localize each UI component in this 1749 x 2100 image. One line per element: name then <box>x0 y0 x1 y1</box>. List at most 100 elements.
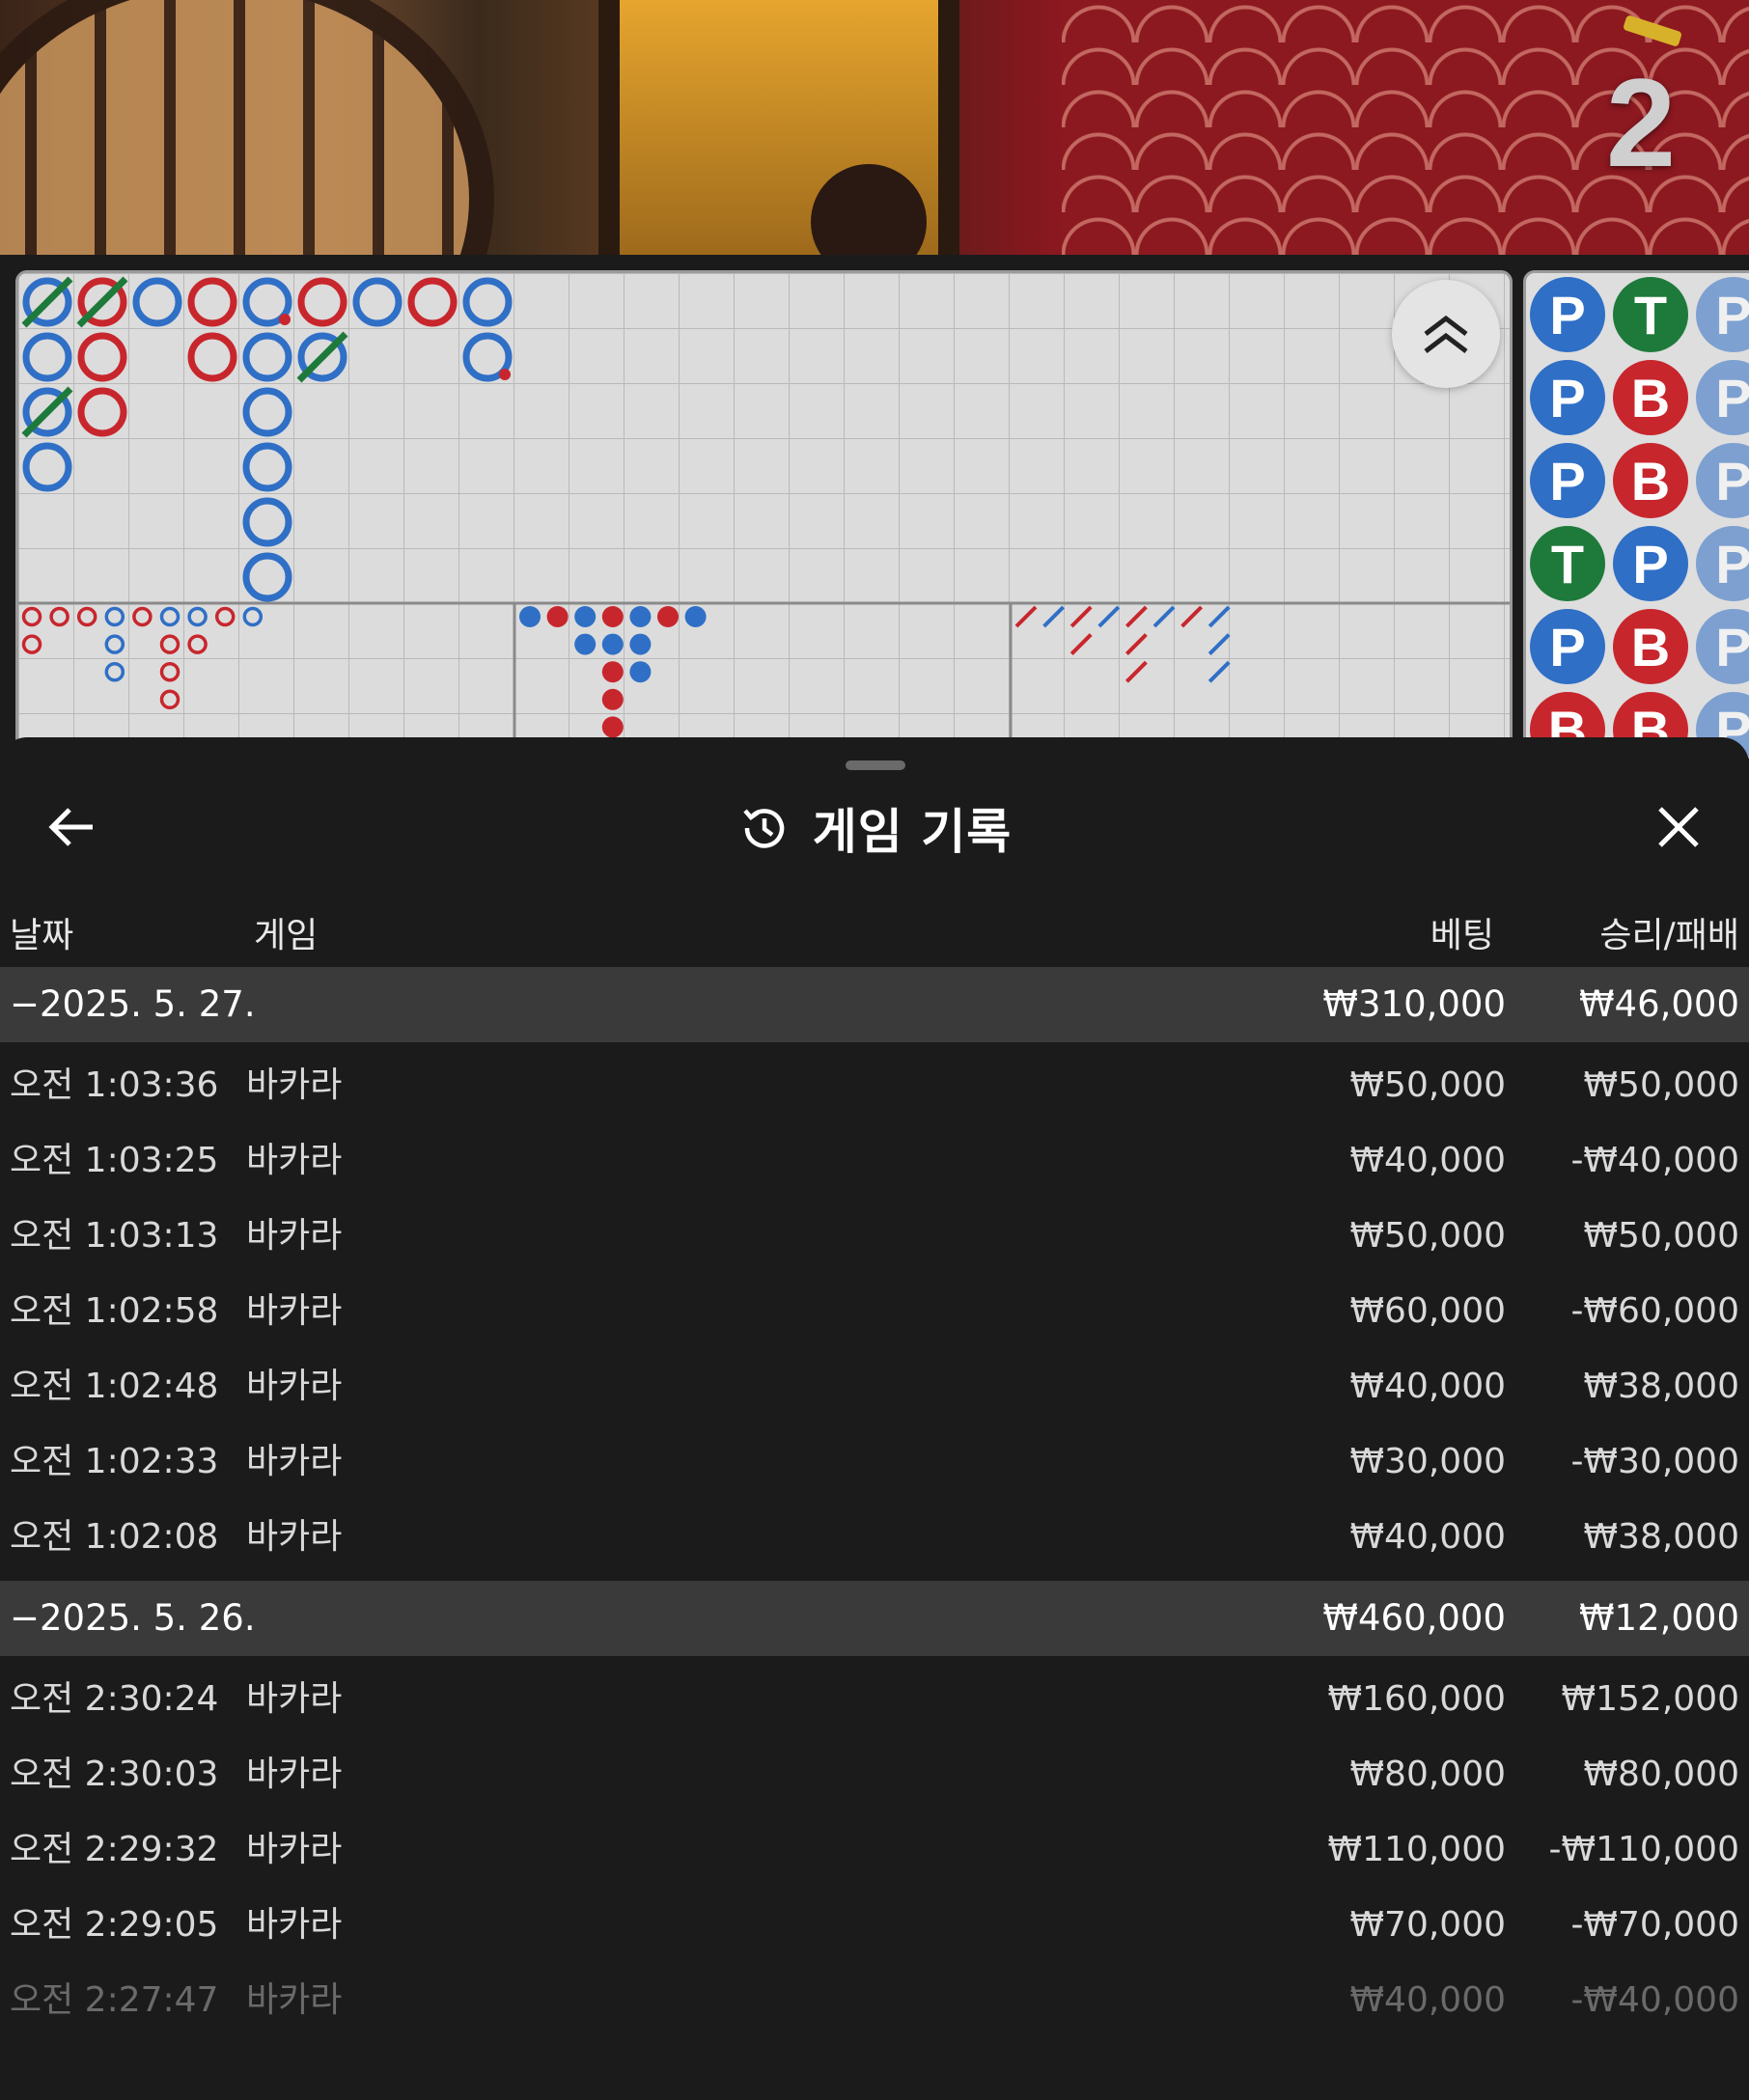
bead-p: P <box>1530 443 1605 518</box>
cockroach-slash <box>1124 633 1148 656</box>
header-game[interactable]: 게임 <box>254 907 318 957</box>
player-ring <box>22 332 72 382</box>
row-time: 오전 1:03:13 <box>10 1216 219 1256</box>
player-ring <box>242 497 292 547</box>
header-date[interactable]: 날짜 <box>10 907 73 957</box>
big-eye-mark <box>104 634 125 654</box>
bead-p: P <box>1696 277 1749 352</box>
bead-b: B <box>1613 360 1688 435</box>
row-bet: ₩80,000 <box>1349 1755 1506 1794</box>
group-date: −2025. 5. 26. <box>10 1597 256 1639</box>
row-game: 바카라 <box>246 1141 343 1180</box>
big-road-scoreboard[interactable] <box>15 270 1513 759</box>
header-bet[interactable]: 베팅 <box>1430 907 1494 957</box>
row-bet: ₩70,000 <box>1349 1905 1506 1945</box>
bead-b: B <box>1613 443 1688 518</box>
big-eye-mark <box>132 606 153 627</box>
player-ring <box>132 277 182 327</box>
row-bet: ₩60,000 <box>1349 1291 1506 1331</box>
row-game: 바카라 <box>246 1980 343 2020</box>
sheet-header: 게임 기록 <box>0 793 1749 863</box>
banker-ring <box>407 277 458 327</box>
small-road-dot <box>574 633 597 655</box>
row-time: 오전 1:02:33 <box>10 1442 219 1481</box>
history-row[interactable]: 오전 2:27:47 바카라 ₩40,000 -₩40,000 <box>0 1963 1749 2038</box>
round-window-decor <box>0 0 494 255</box>
row-game: 바카라 <box>246 1905 343 1945</box>
cockroach-slash <box>1208 633 1231 656</box>
row-time: 오전 2:30:03 <box>10 1755 219 1794</box>
row-result: -₩30,000 <box>1570 1442 1739 1481</box>
history-row[interactable]: 오전 1:03:13 바카라 ₩50,000 ₩50,000 <box>0 1199 1749 1274</box>
bead-p: P <box>1530 360 1605 435</box>
player-ring <box>22 442 72 492</box>
big-eye-mark <box>159 606 180 627</box>
history-row[interactable]: 오전 1:03:36 바카라 ₩50,000 ₩50,000 <box>0 1048 1749 1123</box>
double-chevron-up-icon <box>1424 315 1468 353</box>
small-road-dot <box>629 606 652 627</box>
cockroach-slash <box>1124 660 1148 683</box>
history-row[interactable]: 오전 2:30:24 바카라 ₩160,000 ₩152,000 <box>0 1662 1749 1737</box>
big-eye-mark <box>49 606 69 627</box>
bead-road[interactable]: PTPPBPPBPTPPPBPBBP <box>1523 270 1749 759</box>
history-row[interactable]: 오전 1:02:58 바카라 ₩60,000 -₩60,000 <box>0 1274 1749 1349</box>
banker-ring <box>187 332 237 382</box>
big-eye-mark <box>242 606 264 627</box>
small-road-dot <box>629 661 652 683</box>
history-row[interactable]: 오전 1:02:08 바카라 ₩40,000 ₩38,000 <box>0 1500 1749 1575</box>
small-road-dot <box>601 606 624 627</box>
big-eye-mark <box>159 634 180 654</box>
history-icon <box>743 809 785 848</box>
bead-p: P <box>1530 609 1605 684</box>
small-road-dot <box>601 688 624 710</box>
group-result-total: ₩12,000 <box>1578 1597 1739 1639</box>
row-time: 오전 1:02:48 <box>10 1367 219 1406</box>
history-row[interactable]: 오전 2:30:03 바카라 ₩80,000 ₩80,000 <box>0 1737 1749 1812</box>
row-game: 바카라 <box>246 1755 343 1794</box>
big-eye-mark <box>76 606 97 627</box>
bead-p: P <box>1696 526 1749 601</box>
history-row[interactable]: 오전 1:02:48 바카라 ₩40,000 ₩38,000 <box>0 1349 1749 1424</box>
row-result: ₩38,000 <box>1583 1367 1739 1406</box>
round-number: 2 <box>1605 52 1677 193</box>
cockroach-slash <box>1208 660 1231 683</box>
drag-handle[interactable] <box>846 760 905 770</box>
row-result: ₩152,000 <box>1561 1679 1739 1719</box>
banker-ring <box>77 332 127 382</box>
row-bet: ₩30,000 <box>1349 1442 1506 1481</box>
bead-b: B <box>1613 609 1688 684</box>
row-time: 오전 2:27:47 <box>10 1980 219 2020</box>
history-row[interactable]: 오전 1:02:33 바카라 ₩30,000 -₩30,000 <box>0 1424 1749 1500</box>
bead-t: T <box>1613 277 1688 352</box>
small-road-dot <box>629 633 652 655</box>
big-eye-mark <box>214 606 236 627</box>
date-group-header[interactable]: −2025. 5. 27. ₩310,000 ₩46,000 <box>0 967 1749 1042</box>
group-bet-total: ₩310,000 <box>1322 983 1506 1025</box>
small-road-dot <box>574 606 597 627</box>
history-row[interactable]: 오전 2:29:32 바카라 ₩110,000 -₩110,000 <box>0 1812 1749 1888</box>
row-result: -₩70,000 <box>1570 1905 1739 1945</box>
player-ring <box>242 387 292 437</box>
cockroach-slash <box>1152 605 1176 628</box>
history-row[interactable]: 오전 1:03:25 바카라 ₩40,000 -₩40,000 <box>0 1123 1749 1199</box>
road-map <box>18 276 1510 756</box>
expand-scoreboard-button[interactable] <box>1392 280 1500 388</box>
banker-ring <box>187 277 237 327</box>
date-group-header[interactable]: −2025. 5. 26. ₩460,000 ₩12,000 <box>0 1581 1749 1656</box>
row-bet: ₩40,000 <box>1349 1141 1506 1180</box>
bead-p: P <box>1613 526 1688 601</box>
history-row[interactable]: 오전 2:29:05 바카라 ₩70,000 -₩70,000 <box>0 1888 1749 1963</box>
row-time: 오전 1:03:25 <box>10 1141 219 1180</box>
bead-p: P <box>1696 443 1749 518</box>
row-bet: ₩110,000 <box>1327 1830 1506 1869</box>
close-button[interactable] <box>1647 795 1710 859</box>
row-result: ₩50,000 <box>1583 1216 1739 1256</box>
live-video-feed: 2 <box>0 0 1749 255</box>
group-date: −2025. 5. 27. <box>10 983 256 1025</box>
row-result: -₩60,000 <box>1570 1291 1739 1331</box>
cockroach-slash <box>1069 605 1093 628</box>
row-game: 바카라 <box>246 1442 343 1481</box>
row-time: 오전 2:29:05 <box>10 1905 219 1945</box>
header-result[interactable]: 승리/패배 <box>1599 907 1739 957</box>
cockroach-slash <box>1014 605 1038 628</box>
